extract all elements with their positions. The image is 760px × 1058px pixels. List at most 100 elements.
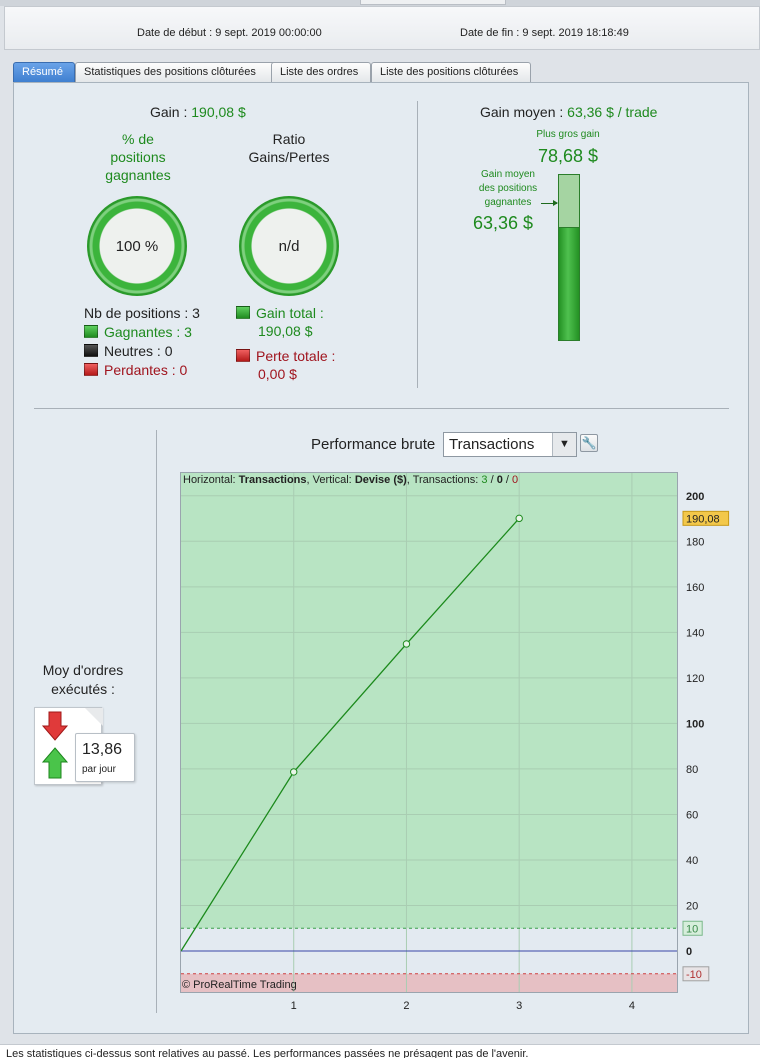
upper-threshold-tag: 10 <box>686 923 698 935</box>
average-gain-bar-fill <box>559 228 579 340</box>
vertical-divider-lower <box>156 430 157 1013</box>
average-win-label: Gain moyen des positions gagnantes <box>466 168 550 210</box>
ratio-title-line: Gains/Pertes <box>248 149 330 165</box>
biggest-gain-value: 78,68 $ <box>537 146 599 166</box>
orders-value-box: 13,86 par jour <box>75 733 135 782</box>
win-rate-title-line: % de <box>122 131 154 147</box>
performance-title: Performance brute <box>311 436 436 453</box>
data-point <box>402 640 411 648</box>
data-point <box>290 768 298 776</box>
biggest-gain-label: Plus gros gain <box>536 129 600 140</box>
winners-swatch <box>84 325 98 338</box>
y-tick-label: 140 <box>686 627 704 639</box>
total-gain-swatch <box>236 306 250 319</box>
average-win-label-line: Gain moyen <box>481 169 535 180</box>
average-gain-value: 63,36 $ / trade <box>567 104 658 120</box>
win-rate-donut: 100 % <box>87 196 187 296</box>
report-header: Date de début : 9 sept. 2019 00:00:00 Da… <box>4 6 760 50</box>
ratio-title: Ratio Gains/Pertes <box>234 130 344 166</box>
gain-value: 190,08 $ <box>191 104 246 120</box>
y-tick-label: 60 <box>686 809 698 821</box>
y-tick-label: 0 <box>686 946 692 958</box>
performance-mode-value: Transactions <box>449 436 535 453</box>
wrench-icon[interactable]: 🔧 <box>580 434 598 452</box>
ratio-donut: n/d <box>239 196 339 296</box>
chart-info-vertical: Devise ($) <box>354 474 407 486</box>
win-rate-title-line: positions <box>110 149 166 165</box>
losers-swatch <box>84 363 98 376</box>
total-gain-label: Gain total : <box>256 305 324 321</box>
chevron-down-icon[interactable]: ▼ <box>552 433 576 456</box>
total-gain-value: 190,08 $ <box>258 323 313 339</box>
y-tick-label: 160 <box>686 582 704 594</box>
performance-chart <box>181 473 677 992</box>
winners-text: Gagnantes : 3 <box>104 324 192 340</box>
chart-info-mid: , Vertical: <box>306 474 352 486</box>
disclaimer-footer: Les statistiques ci-dessus sont relative… <box>0 1044 760 1058</box>
losers-text: Perdantes : 0 <box>104 362 188 378</box>
y-tick-label: 40 <box>686 855 698 867</box>
data-point <box>515 514 523 523</box>
x-tick-label: 3 <box>516 1000 522 1012</box>
orders-title: Moy d'ordres exécutés : <box>24 661 142 699</box>
vertical-divider <box>417 101 418 388</box>
average-win-label-line: des positions <box>478 183 538 194</box>
end-date: Date de fin : 9 sept. 2019 18:18:49 <box>460 27 629 39</box>
ratio-title-line: Ratio <box>272 131 306 147</box>
tab-closed-position-stats[interactable]: Statistiques des positions clôturées <box>75 62 280 82</box>
total-gain: Gain total : 190,08 $ <box>236 304 324 340</box>
y-tick-label: 120 <box>686 673 704 685</box>
positions-count: Nb de positions : 3 <box>84 305 200 321</box>
y-tick-label: 100 <box>686 718 704 730</box>
end-date-label: Date de fin : <box>460 27 520 39</box>
lower-threshold-tag: -10 <box>686 969 702 981</box>
start-date: Date de début : 9 sept. 2019 00:00:00 <box>137 27 322 39</box>
orders-title-line: exécutés : <box>51 681 115 697</box>
x-tick-label: 1 <box>291 1000 297 1012</box>
x-tick-label: 4 <box>629 1000 635 1012</box>
chart-info-tx: , Transactions: <box>406 474 479 486</box>
average-gain-title: Gain moyen : 63,36 $ / trade <box>480 104 657 120</box>
losers-row: Perdantes : 0 <box>84 361 187 379</box>
y-tick-label: 200 <box>686 491 704 503</box>
chart-info-loss: 0 <box>512 474 519 486</box>
performance-chart-area: Horizontal: Transactions, Vertical: Devi… <box>180 472 678 993</box>
chart-copyright: © ProRealTime Trading <box>182 979 297 991</box>
tab-order-list[interactable]: Liste des ordres <box>271 62 371 82</box>
neutral-swatch <box>84 344 98 357</box>
orders-value: 13,86 <box>82 741 123 758</box>
ratio-value: n/d <box>278 237 300 255</box>
winners-row: Gagnantes : 3 <box>84 323 192 341</box>
x-tick-label: 2 <box>403 1000 409 1012</box>
orders-title-line: Moy d'ordres <box>42 662 124 678</box>
chart-x-axis: 1 2 3 4 <box>291 1000 635 1012</box>
win-rate-title-line: gagnantes <box>105 167 171 183</box>
chart-info-sep: / <box>490 474 494 486</box>
win-rate-value: 100 % <box>115 237 159 255</box>
y-tick-label: 20 <box>686 901 698 913</box>
total-loss-value: 0,00 $ <box>258 366 297 382</box>
chart-info-neutral: 0 <box>496 474 503 486</box>
chart-info-win: 3 <box>481 474 488 486</box>
neutral-text: Neutres : 0 <box>104 343 173 359</box>
win-rate-title: % de positions gagnantes <box>90 130 186 184</box>
gain-title: Gain : 190,08 $ <box>150 104 246 120</box>
chart-info-horizontal: Transactions <box>238 474 307 486</box>
top-window-tab[interactable] <box>360 0 506 5</box>
performance-mode-select[interactable]: Transactions ▼ <box>443 432 577 457</box>
tab-resume[interactable]: Résumé <box>13 62 75 82</box>
tab-closed-position-list[interactable]: Liste des positions clôturées <box>371 62 531 82</box>
start-date-value: 9 sept. 2019 00:00:00 <box>215 27 322 39</box>
neutral-row: Neutres : 0 <box>84 342 172 360</box>
total-loss-label: Perte totale : <box>256 348 336 364</box>
y-tick-label: 80 <box>686 764 698 776</box>
horizontal-divider <box>34 408 729 409</box>
orders-unit: par jour <box>82 764 116 775</box>
average-win-label-line: gagnantes <box>484 197 532 208</box>
gain-label: Gain : <box>150 104 188 120</box>
total-loss: Perte totale : 0,00 $ <box>236 347 335 383</box>
start-date-label: Date de début : <box>137 27 213 39</box>
current-value-tag: 190,08 <box>686 513 720 525</box>
average-gain-bar-max <box>559 175 579 228</box>
end-date-value: 9 sept. 2019 18:18:49 <box>522 27 629 39</box>
